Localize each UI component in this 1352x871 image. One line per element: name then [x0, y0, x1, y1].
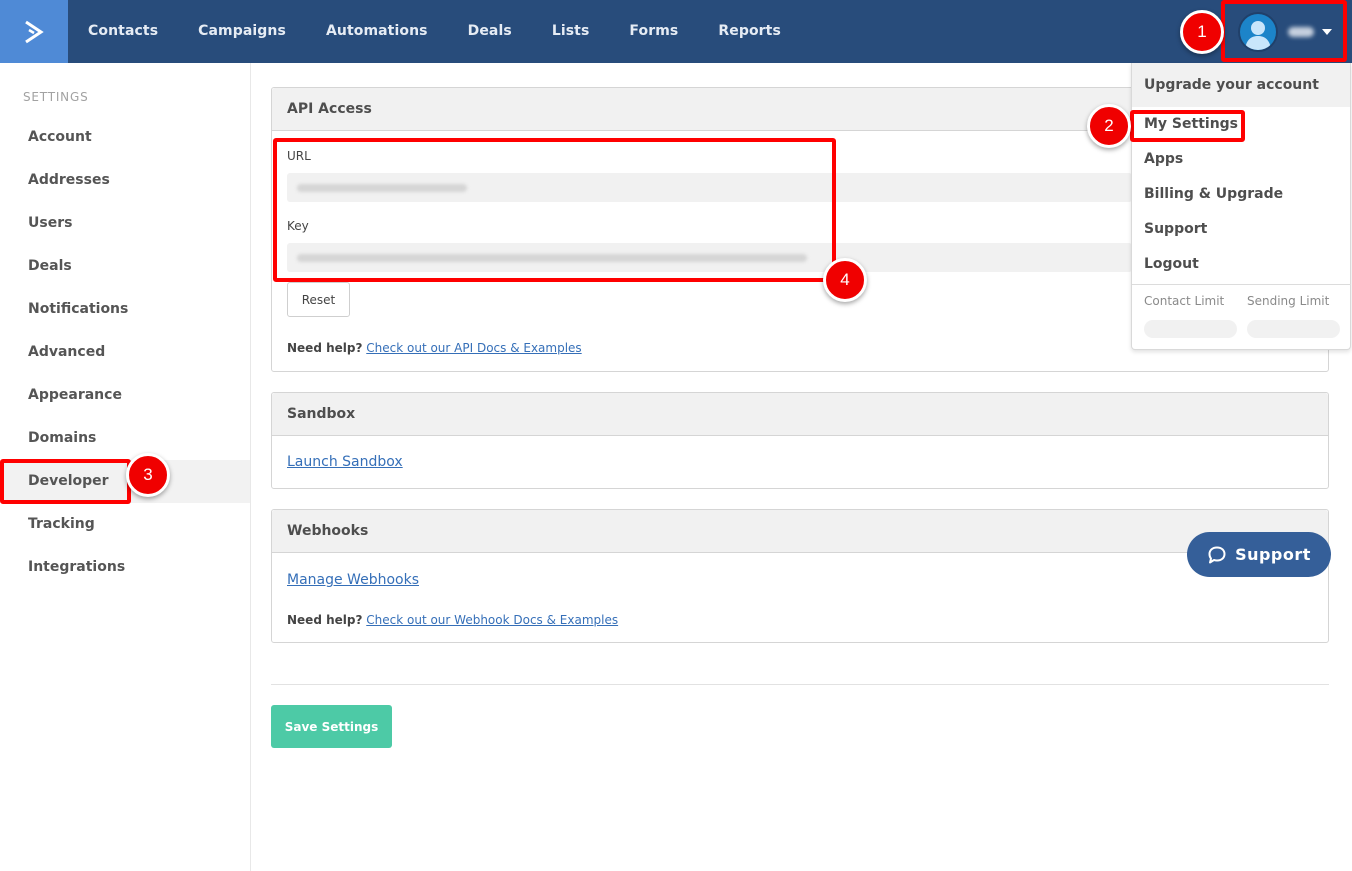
- sandbox-title: Sandbox: [272, 393, 1328, 436]
- sidebar-item-account[interactable]: Account: [0, 116, 250, 159]
- nav-reports[interactable]: Reports: [698, 0, 801, 63]
- annotation-badge-3: 3: [126, 453, 170, 497]
- api-url-field[interactable]: [287, 173, 1132, 202]
- annotation-badge-1: 1: [1180, 10, 1224, 54]
- chevron-right-icon: [25, 20, 44, 43]
- sandbox-panel: Sandbox Launch Sandbox: [271, 392, 1329, 489]
- username-blurred: [1288, 27, 1314, 37]
- sidebar-item-addresses[interactable]: Addresses: [0, 159, 250, 202]
- menu-item-my-settings[interactable]: My Settings: [1144, 116, 1238, 132]
- settings-sidebar: SETTINGS Account Addresses Users Deals N…: [0, 63, 251, 871]
- menu-item-apps[interactable]: Apps: [1144, 151, 1183, 167]
- nav-lists[interactable]: Lists: [532, 0, 610, 63]
- dropdown-divider: [1132, 284, 1351, 285]
- menu-item-support[interactable]: Support: [1144, 221, 1207, 237]
- app-logo[interactable]: [0, 0, 68, 63]
- user-menu-toggle[interactable]: [1238, 12, 1332, 52]
- support-chat-button[interactable]: Support: [1187, 532, 1331, 577]
- api-docs-link[interactable]: Check out our API Docs & Examples: [366, 341, 581, 355]
- main-nav: Contacts Campaigns Automations Deals Lis…: [68, 0, 801, 63]
- api-url-value-blurred: [297, 183, 467, 192]
- url-label: URL: [287, 149, 311, 163]
- webhooks-panel: Webhooks Manage Webhooks Need help? Chec…: [271, 509, 1329, 643]
- menu-item-logout[interactable]: Logout: [1144, 256, 1199, 272]
- sidebar-item-developer[interactable]: Developer: [0, 460, 250, 503]
- contact-limit-label: Contact Limit: [1144, 294, 1225, 308]
- webhook-docs-link[interactable]: Check out our Webhook Docs & Examples: [366, 613, 618, 627]
- menu-item-billing[interactable]: Billing & Upgrade: [1144, 186, 1283, 202]
- sidebar-item-appearance[interactable]: Appearance: [0, 374, 250, 417]
- sidebar-item-advanced[interactable]: Advanced: [0, 331, 250, 374]
- api-help-prefix: Need help?: [287, 341, 363, 355]
- sidebar-item-domains[interactable]: Domains: [0, 417, 250, 460]
- chat-bubble-icon: [1208, 546, 1226, 563]
- key-label: Key: [287, 219, 309, 233]
- reset-key-button[interactable]: Reset: [287, 282, 350, 317]
- webhook-help-line: Need help? Check out our Webhook Docs & …: [287, 613, 618, 627]
- sidebar-item-tracking[interactable]: Tracking: [0, 503, 250, 546]
- save-settings-button[interactable]: Save Settings: [271, 705, 392, 748]
- contact-limit-bar: [1144, 320, 1237, 338]
- support-chat-label: Support: [1235, 545, 1311, 564]
- sending-limit-label: Sending Limit: [1247, 294, 1330, 308]
- nav-campaigns[interactable]: Campaigns: [178, 0, 306, 63]
- api-help-line: Need help? Check out our API Docs & Exam…: [287, 341, 582, 355]
- caret-down-icon: [1322, 29, 1332, 35]
- annotation-badge-4: 4: [823, 258, 867, 302]
- annotation-badge-2: 2: [1087, 104, 1131, 148]
- webhook-help-prefix: Need help?: [287, 613, 363, 627]
- user-avatar-icon: [1238, 12, 1278, 52]
- sidebar-item-notifications[interactable]: Notifications: [0, 288, 250, 331]
- top-nav-bar: Contacts Campaigns Automations Deals Lis…: [0, 0, 1352, 63]
- nav-forms[interactable]: Forms: [609, 0, 698, 63]
- user-dropdown-menu: Upgrade your account My Settings Apps Bi…: [1131, 63, 1351, 350]
- api-key-field[interactable]: [287, 243, 1132, 272]
- sending-limit-bar: [1247, 320, 1340, 338]
- nav-automations[interactable]: Automations: [306, 0, 448, 63]
- nav-deals[interactable]: Deals: [448, 0, 532, 63]
- sidebar-item-users[interactable]: Users: [0, 202, 250, 245]
- nav-contacts[interactable]: Contacts: [68, 0, 178, 63]
- sidebar-item-deals[interactable]: Deals: [0, 245, 250, 288]
- manage-webhooks-link[interactable]: Manage Webhooks: [287, 572, 419, 588]
- upgrade-account-item[interactable]: Upgrade your account: [1132, 63, 1350, 107]
- sidebar-heading: SETTINGS: [23, 90, 89, 104]
- launch-sandbox-link[interactable]: Launch Sandbox: [287, 454, 403, 470]
- sidebar-item-integrations[interactable]: Integrations: [0, 546, 250, 589]
- api-key-value-blurred: [297, 253, 807, 262]
- content-divider: [271, 684, 1329, 685]
- webhooks-title: Webhooks: [272, 510, 1328, 553]
